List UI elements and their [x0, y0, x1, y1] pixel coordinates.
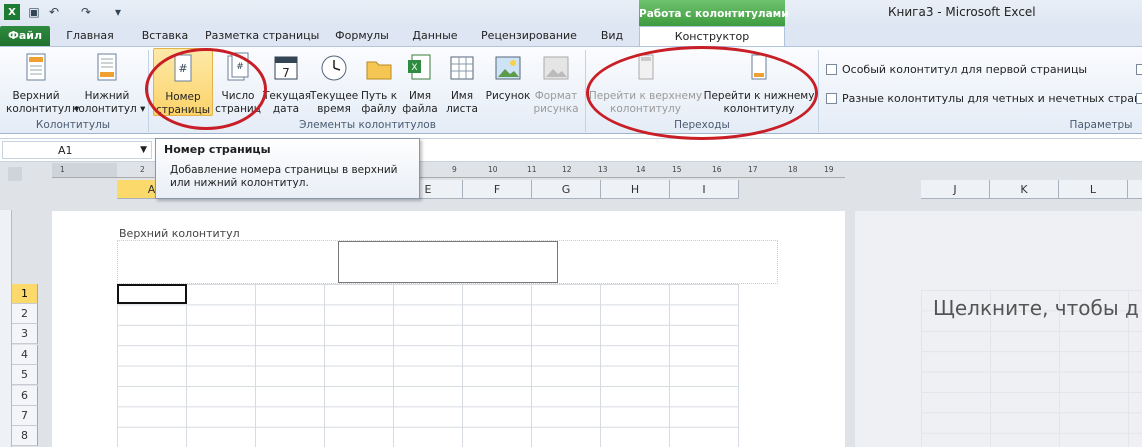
click-to-add-header-prompt[interactable]: Щелкните, чтобы д — [933, 296, 1139, 320]
row-header-5[interactable]: 5 — [12, 365, 38, 385]
ruler-tick-label: 19 — [824, 165, 834, 174]
column-header-m[interactable] — [1128, 180, 1142, 199]
column-header-k[interactable]: K — [990, 180, 1059, 199]
column-header-j[interactable]: J — [921, 180, 990, 199]
title-bar: X ▣ ↶ ↷ ▾ Работа с колонтитулами Книга3 … — [0, 0, 1142, 26]
ruler-tick-label: 10 — [488, 165, 498, 174]
left-ruler — [0, 210, 12, 447]
ruler-tick-label: 14 — [636, 165, 646, 174]
svg-text:X: X — [411, 63, 417, 73]
ruler-tick-label: 2 — [140, 165, 145, 174]
ruler-tick-label: 13 — [598, 165, 608, 174]
calendar-icon: 7 — [274, 56, 298, 80]
format-picture-button[interactable]: Формат рисунка — [532, 48, 580, 118]
row-header-1[interactable]: 1 — [12, 284, 38, 304]
row-header-2[interactable]: 2 — [12, 304, 38, 324]
file-path-button[interactable]: Путь к файлу — [359, 48, 399, 118]
highlight-circle — [586, 46, 818, 140]
redo-icon[interactable]: ↷ — [78, 4, 94, 20]
checkbox-box[interactable] — [1136, 64, 1142, 75]
header-zone-label: Верхний колонтитул — [119, 227, 240, 240]
svg-text:7: 7 — [282, 66, 290, 80]
column-header-l[interactable]: L — [1059, 180, 1128, 199]
select-all-corner[interactable] — [8, 167, 22, 181]
cell-grid[interactable] — [117, 284, 739, 447]
row-header-3[interactable]: 3 — [12, 324, 38, 344]
tab-file[interactable]: Файл — [0, 26, 50, 46]
ruler-tick-label: 12 — [562, 165, 572, 174]
checkbox-box[interactable] — [826, 64, 837, 75]
tab-home[interactable]: Главная — [60, 26, 120, 46]
file-name-button[interactable]: X Имя файла — [400, 48, 440, 118]
active-cell[interactable] — [117, 284, 187, 304]
group-label-headers: Колонтитулы — [35, 119, 111, 131]
tab-data[interactable]: Данные — [406, 26, 464, 46]
column-header-h[interactable]: H — [601, 180, 670, 199]
undo-icon[interactable]: ↶ — [46, 4, 62, 20]
odd-even-checkbox[interactable]: Разные колонтитулы для четных и нечетных… — [826, 92, 1142, 106]
header-icon — [26, 53, 46, 81]
window-title: Книга3 - Microsoft Excel — [888, 5, 1036, 19]
header-button[interactable]: Верхний колонтитул ▾ — [6, 48, 79, 118]
ruler-tick-label: 16 — [712, 165, 722, 174]
column-header-g[interactable]: G — [532, 180, 601, 199]
ruler-tick-label: 9 — [452, 165, 457, 174]
current-date-button[interactable]: 7 Текущая дата — [263, 48, 311, 118]
context-tab-group: Работа с колонтитулами — [639, 0, 789, 26]
footer-button[interactable]: Нижний колонтитул ▾ — [72, 48, 145, 118]
tooltip-title: Номер страницы — [164, 143, 271, 156]
group-label-options: Параметры — [1069, 119, 1133, 131]
header-center-section[interactable] — [338, 241, 558, 283]
column-header-f[interactable]: F — [463, 180, 532, 199]
tab-formulas[interactable]: Формулы — [328, 26, 396, 46]
name-box[interactable]: A1 ▼ — [2, 141, 152, 159]
align-checkbox[interactable] — [1136, 92, 1142, 106]
customize-toolbar-icon[interactable]: ▾ — [110, 4, 126, 20]
tooltip: Номер страницы Добавление номера страниц… — [155, 138, 420, 199]
ruler-tick-label: 18 — [788, 165, 798, 174]
tab-review[interactable]: Рецензирование — [476, 26, 582, 46]
current-time-button[interactable]: Текущее время — [310, 48, 358, 118]
picture-icon — [495, 56, 521, 80]
checkbox-box[interactable] — [826, 93, 837, 104]
tab-designer[interactable]: Конструктор — [639, 26, 785, 47]
row-header-4[interactable]: 4 — [12, 345, 38, 365]
tooltip-text: Добавление номера страницы в верхний или … — [170, 164, 398, 189]
ruler-tick-label: 15 — [672, 165, 682, 174]
chevron-down-icon[interactable]: ▼ — [140, 142, 147, 159]
clock-icon — [321, 55, 347, 81]
tab-page-layout[interactable]: Разметка страницы — [205, 26, 319, 46]
tab-insert[interactable]: Вставка — [130, 26, 200, 46]
highlight-circle — [145, 48, 267, 130]
ruler-tick-label: 11 — [527, 165, 537, 174]
ruler-tick-label: 1 — [60, 165, 65, 174]
column-header-i[interactable]: I — [670, 180, 739, 199]
save-icon[interactable]: ▣ — [26, 4, 42, 20]
tab-view[interactable]: Вид — [594, 26, 630, 46]
excel-logo-icon: X — [4, 4, 20, 20]
first-page-checkbox[interactable]: Особый колонтитул для первой страницы — [826, 63, 1087, 77]
row-header-8[interactable]: 8 — [12, 426, 38, 446]
row-header-7[interactable]: 7 — [12, 406, 38, 426]
sheet-icon — [450, 56, 474, 80]
sheet-name-button[interactable]: Имя листа — [441, 48, 483, 118]
excel-file-icon: X — [408, 54, 431, 80]
ruler-tick-label: 17 — [748, 165, 758, 174]
format-picture-icon — [543, 56, 569, 80]
picture-button[interactable]: Рисунок — [485, 48, 531, 118]
folder-icon — [366, 61, 392, 80]
footer-icon — [97, 53, 117, 81]
row-header-6[interactable]: 6 — [12, 386, 38, 406]
checkbox-box[interactable] — [1136, 93, 1142, 104]
scale-checkbox[interactable] — [1136, 63, 1142, 77]
